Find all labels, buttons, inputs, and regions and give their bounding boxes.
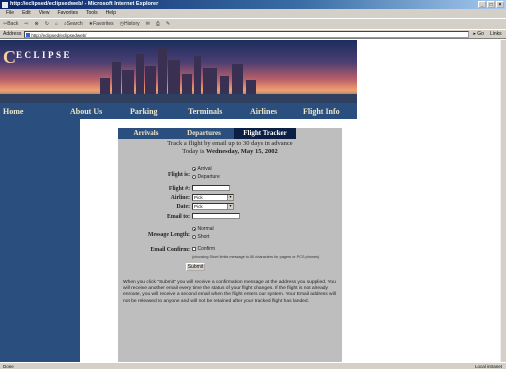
window-title: http://eclipsed/eclipsedweb/ - Microsoft… bbox=[10, 1, 159, 7]
history-label: History bbox=[124, 21, 140, 27]
address-bar: Address http://eclipsed/eclipsedweb/ ▸ G… bbox=[0, 29, 506, 39]
radio-button[interactable] bbox=[192, 227, 196, 231]
radio-departure-label: Departure bbox=[197, 174, 220, 180]
airline-label: Airline: bbox=[170, 195, 190, 201]
radio-button[interactable] bbox=[192, 235, 196, 239]
stop-icon[interactable]: ⊗ bbox=[35, 19, 39, 29]
menu-edit[interactable]: Edit bbox=[22, 9, 31, 18]
airline-select[interactable]: Pick ▼ bbox=[192, 194, 234, 201]
page-viewport: CECLIPSE Home About Us Parking Terminals… bbox=[0, 40, 500, 362]
nav-flight-info[interactable]: Flight Info bbox=[303, 107, 340, 116]
menu-view[interactable]: View bbox=[39, 9, 50, 18]
radio-arrival-label: Arrival bbox=[197, 166, 212, 172]
go-button[interactable]: ▸ Go bbox=[473, 31, 484, 37]
back-button[interactable]: ⇦Back bbox=[3, 19, 18, 29]
airline-value: Pick bbox=[194, 195, 203, 200]
back-label: Back bbox=[7, 21, 19, 27]
nav-terminals[interactable]: Terminals bbox=[188, 107, 222, 116]
flight-tracker-panel: Arrivals Departures Flight Tracker Track… bbox=[118, 128, 342, 362]
tracker-intro: Track a flight by email up to 30 days in… bbox=[167, 140, 293, 147]
status-bar: Done Local intranet bbox=[0, 362, 506, 369]
search-label: Search bbox=[66, 21, 83, 27]
menu-bar: File Edit View Favorites Tools Help bbox=[0, 9, 506, 18]
confirm-checkbox[interactable]: Confirm bbox=[192, 246, 215, 252]
message-length-label: Message Length: bbox=[147, 232, 190, 238]
nav-about-us[interactable]: About Us bbox=[70, 107, 102, 116]
address-label: Address bbox=[3, 31, 22, 37]
minimize-icon[interactable]: _ bbox=[478, 1, 486, 8]
email-confirm-label: Email Confirm: bbox=[150, 247, 190, 253]
menu-favorites[interactable]: Favorites bbox=[57, 9, 78, 18]
radio-arrival[interactable]: Arrival bbox=[192, 166, 212, 172]
address-input[interactable]: http://eclipsed/eclipsedweb/ bbox=[24, 30, 470, 38]
tab-spacer bbox=[296, 128, 342, 139]
links-button[interactable]: Links bbox=[490, 31, 502, 37]
radio-button[interactable] bbox=[192, 167, 196, 171]
nav-parking[interactable]: Parking bbox=[130, 107, 158, 116]
nav-airlines[interactable]: Airlines bbox=[250, 107, 277, 116]
search-button[interactable]: ⌕Search bbox=[64, 19, 83, 29]
browser-toolbar: ⇦Back ⇨ ⊗ ↻ ⌂ ⌕Search ★Favorites ◷Histor… bbox=[0, 18, 506, 29]
maximize-icon[interactable]: □ bbox=[487, 1, 495, 8]
explanation-text: When you click "Submit" you will receive… bbox=[123, 280, 336, 304]
email-input[interactable] bbox=[192, 213, 240, 219]
radio-button[interactable] bbox=[192, 175, 196, 179]
go-label: Go bbox=[477, 31, 484, 37]
close-icon[interactable]: × bbox=[496, 1, 504, 8]
header-banner: CECLIPSE bbox=[0, 40, 357, 103]
favorites-label: Favorites bbox=[93, 21, 114, 27]
window-title-bar: http://eclipsed/eclipsedweb/ - Microsoft… bbox=[0, 0, 506, 9]
dropdown-arrow-icon: ▼ bbox=[227, 204, 233, 209]
address-url: http://eclipsed/eclipsedweb/ bbox=[31, 32, 87, 38]
radio-short-label: Short bbox=[197, 234, 210, 240]
status-text: Done bbox=[3, 364, 14, 369]
radio-departure[interactable]: Departure bbox=[192, 174, 220, 180]
checkbox[interactable] bbox=[192, 247, 196, 251]
nav-home[interactable]: Home bbox=[3, 107, 23, 116]
tracker-tabs: Arrivals Departures Flight Tracker bbox=[118, 128, 342, 139]
edit-icon[interactable]: ✎ bbox=[166, 19, 170, 29]
today-prefix: Today is bbox=[182, 148, 207, 155]
page-icon bbox=[26, 32, 31, 37]
radio-short[interactable]: Short bbox=[192, 234, 209, 240]
radio-normal[interactable]: Normal bbox=[192, 226, 214, 232]
favorites-button[interactable]: ★Favorites bbox=[89, 19, 114, 29]
email-to-label: Email to: bbox=[166, 214, 190, 220]
history-button[interactable]: ◷History bbox=[120, 19, 140, 29]
ie-icon bbox=[2, 1, 8, 8]
eclipse-logo[interactable]: CECLIPSE bbox=[3, 47, 72, 68]
logo-letter: C bbox=[3, 47, 16, 67]
menu-tools[interactable]: Tools bbox=[86, 9, 98, 18]
date-select[interactable]: Pick ▼ bbox=[192, 203, 234, 210]
mail-icon[interactable]: ✉ bbox=[146, 19, 150, 29]
forward-icon[interactable]: ⇨ bbox=[24, 19, 28, 29]
vertical-scrollbar[interactable] bbox=[500, 40, 506, 362]
logo-text: ECLIPSE bbox=[16, 50, 73, 60]
window-controls: _ □ × bbox=[478, 1, 504, 8]
print-icon[interactable]: ⎙ bbox=[156, 19, 160, 29]
confirm-checkbox-label: Confirm bbox=[197, 246, 216, 252]
tab-departures[interactable]: Departures bbox=[174, 128, 234, 139]
home-icon[interactable]: ⌂ bbox=[55, 19, 58, 29]
flight-number-label: Flight #: bbox=[168, 186, 190, 192]
date-value: Pick bbox=[194, 204, 203, 209]
today-date: Wednesday, May 15, 2002 bbox=[206, 148, 278, 155]
menu-file[interactable]: File bbox=[6, 9, 14, 18]
dropdown-arrow-icon: ▼ bbox=[227, 195, 233, 200]
tab-arrivals[interactable]: Arrivals bbox=[118, 128, 174, 139]
short-message-note: (choosing Short limits message to 50 cha… bbox=[192, 255, 320, 259]
flight-number-input[interactable] bbox=[192, 185, 230, 191]
date-label: Date: bbox=[176, 204, 190, 210]
menu-help[interactable]: Help bbox=[106, 9, 116, 18]
today-line: Today is Wednesday, May 15, 2002 bbox=[118, 148, 342, 155]
refresh-icon[interactable]: ↻ bbox=[45, 19, 49, 29]
tab-flight-tracker[interactable]: Flight Tracker bbox=[234, 128, 296, 139]
radio-normal-label: Normal bbox=[197, 226, 214, 232]
flight-is-label: Flight is: bbox=[167, 172, 190, 178]
site-nav: Home About Us Parking Terminals Airlines… bbox=[0, 103, 357, 119]
submit-button[interactable]: Submit bbox=[186, 263, 205, 271]
